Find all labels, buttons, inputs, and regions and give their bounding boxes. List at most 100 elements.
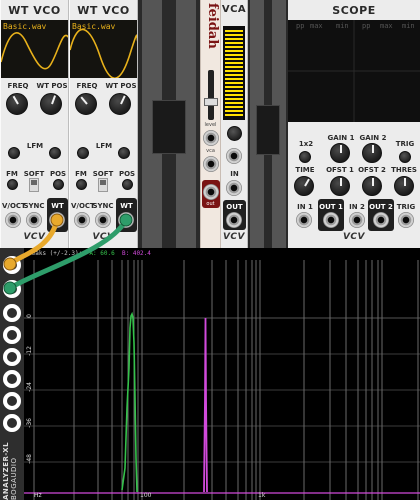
blank-panel — [248, 0, 288, 248]
wt-out-jack[interactable] — [49, 212, 65, 228]
input-jack-8[interactable] — [3, 414, 21, 432]
level-knob[interactable] — [227, 126, 242, 141]
module-title: WT VCO — [77, 4, 130, 17]
fm-knob[interactable] — [7, 179, 18, 190]
sync-label: SYNC — [92, 202, 114, 210]
fm-label: FM — [75, 170, 87, 178]
meter-segment — [225, 114, 243, 116]
out1-jack[interactable] — [323, 212, 339, 228]
vcv-rack: WT VCO Basic.wav FREQ WT POS LFM FM SOFT… — [0, 0, 420, 500]
sync-jack[interactable] — [95, 212, 111, 228]
feidah-title: feidah — [205, 3, 220, 49]
module-title: WT VCO — [8, 4, 61, 17]
soft-label: SOFT — [23, 170, 45, 178]
meter-segment — [225, 98, 243, 100]
pos-knob[interactable] — [122, 179, 133, 190]
pos-knob[interactable] — [53, 179, 64, 190]
freq-knob[interactable] — [75, 93, 97, 115]
fader-track — [208, 70, 214, 120]
freq-label-1k: 1k — [258, 492, 266, 499]
level-jack[interactable] — [203, 130, 219, 146]
level-meter — [223, 26, 245, 120]
wavetable-display[interactable]: Basic.wav — [70, 20, 137, 78]
ofst2-label: OFST 2 — [358, 166, 386, 174]
wt-out-jack[interactable] — [118, 212, 134, 228]
trig-jack[interactable] — [398, 212, 414, 228]
input-jack-3[interactable] — [3, 304, 21, 322]
scope-grid — [288, 20, 420, 122]
vca-label: vca — [206, 148, 215, 154]
freq-label-hz: Hz — [34, 492, 42, 499]
db-label-48: -48 — [26, 454, 33, 464]
analyzer-xl-module: ANALYZER-XL BOGAUDIO Peaks (+/-2.3): A: … — [0, 248, 420, 500]
in1-jack[interactable] — [296, 212, 312, 228]
meter-segment — [225, 50, 243, 52]
thres-knob[interactable] — [394, 176, 414, 196]
meter-segment — [225, 66, 243, 68]
sine-wave — [70, 28, 137, 78]
wt-pos-knob[interactable] — [109, 93, 131, 115]
vca-jack[interactable] — [203, 156, 219, 172]
sync-jack[interactable] — [26, 212, 42, 228]
out-jack[interactable] — [226, 212, 242, 228]
out-label: out — [206, 201, 215, 207]
cv-jack[interactable] — [226, 148, 242, 164]
voct-jack[interactable] — [74, 212, 90, 228]
meter-segment — [225, 46, 243, 48]
out2-jack[interactable] — [373, 212, 389, 228]
mode-button[interactable] — [299, 151, 311, 163]
vcv-logo: VCV — [92, 232, 115, 242]
meter-segment — [225, 90, 243, 92]
input-jack-4[interactable] — [3, 326, 21, 344]
lfm-label: LFM — [95, 142, 113, 150]
meter-segment — [225, 86, 243, 88]
gain2-knob[interactable] — [362, 143, 382, 163]
input-jack-7[interactable] — [3, 392, 21, 410]
blank-panel — [138, 0, 200, 248]
meter-segment — [225, 54, 243, 56]
level-label: level — [204, 122, 217, 128]
db-label-36: -36 — [26, 418, 33, 428]
db-label-24: -24 — [26, 382, 33, 392]
out-jack[interactable] — [203, 184, 219, 200]
input-jack-2[interactable] — [3, 280, 21, 298]
lfm-knob-left[interactable] — [77, 147, 89, 159]
input-jack-1[interactable] — [3, 256, 21, 274]
ofst1-knob[interactable] — [330, 176, 350, 196]
lfm-label: LFM — [26, 142, 44, 150]
wt-out-label: WT — [51, 202, 64, 210]
lfm-knob-right[interactable] — [118, 147, 130, 159]
trig-button[interactable] — [399, 151, 411, 163]
gain1-knob[interactable] — [330, 143, 350, 163]
ofst2-knob[interactable] — [362, 176, 382, 196]
wavetable-display[interactable]: Basic.wav — [1, 20, 68, 78]
trig-in-label: TRIG — [396, 203, 416, 211]
in-jack[interactable] — [226, 180, 242, 196]
out1-label: OUT 1 — [319, 203, 343, 211]
wt-out-label: WT — [120, 202, 133, 210]
voct-jack[interactable] — [5, 212, 21, 228]
meter-segment — [225, 30, 243, 32]
in2-jack[interactable] — [349, 212, 365, 228]
input-jack-5[interactable] — [3, 348, 21, 366]
soft-switch[interactable] — [98, 178, 108, 192]
lfm-knob-right[interactable] — [49, 147, 61, 159]
scope-display: pp max min pp max min — [288, 20, 420, 122]
sync-label: SYNC — [23, 202, 45, 210]
freq-label: FREQ — [76, 82, 98, 90]
lfm-knob-left[interactable] — [8, 147, 20, 159]
time-label: TIME — [295, 166, 315, 174]
fader-handle[interactable] — [204, 98, 218, 106]
vcv-logo: VCV — [222, 232, 246, 242]
time-knob[interactable] — [294, 176, 314, 196]
wt-pos-knob[interactable] — [40, 93, 62, 115]
fm-knob[interactable] — [76, 179, 87, 190]
gain1-label: GAIN 1 — [327, 134, 355, 142]
input-jack-6[interactable] — [3, 370, 21, 388]
freq-knob[interactable] — [6, 93, 28, 115]
soft-switch[interactable] — [29, 178, 39, 192]
peaks-readout: Peaks (+/-2.3): A: 60.6 B: 402.4 — [28, 250, 151, 257]
out2-label: OUT 2 — [369, 203, 393, 211]
voct-label: V/OCT — [2, 202, 26, 210]
spectrum-display[interactable]: Peaks (+/-2.3): A: 60.6 B: 402.4 0 -12 -… — [24, 248, 420, 500]
